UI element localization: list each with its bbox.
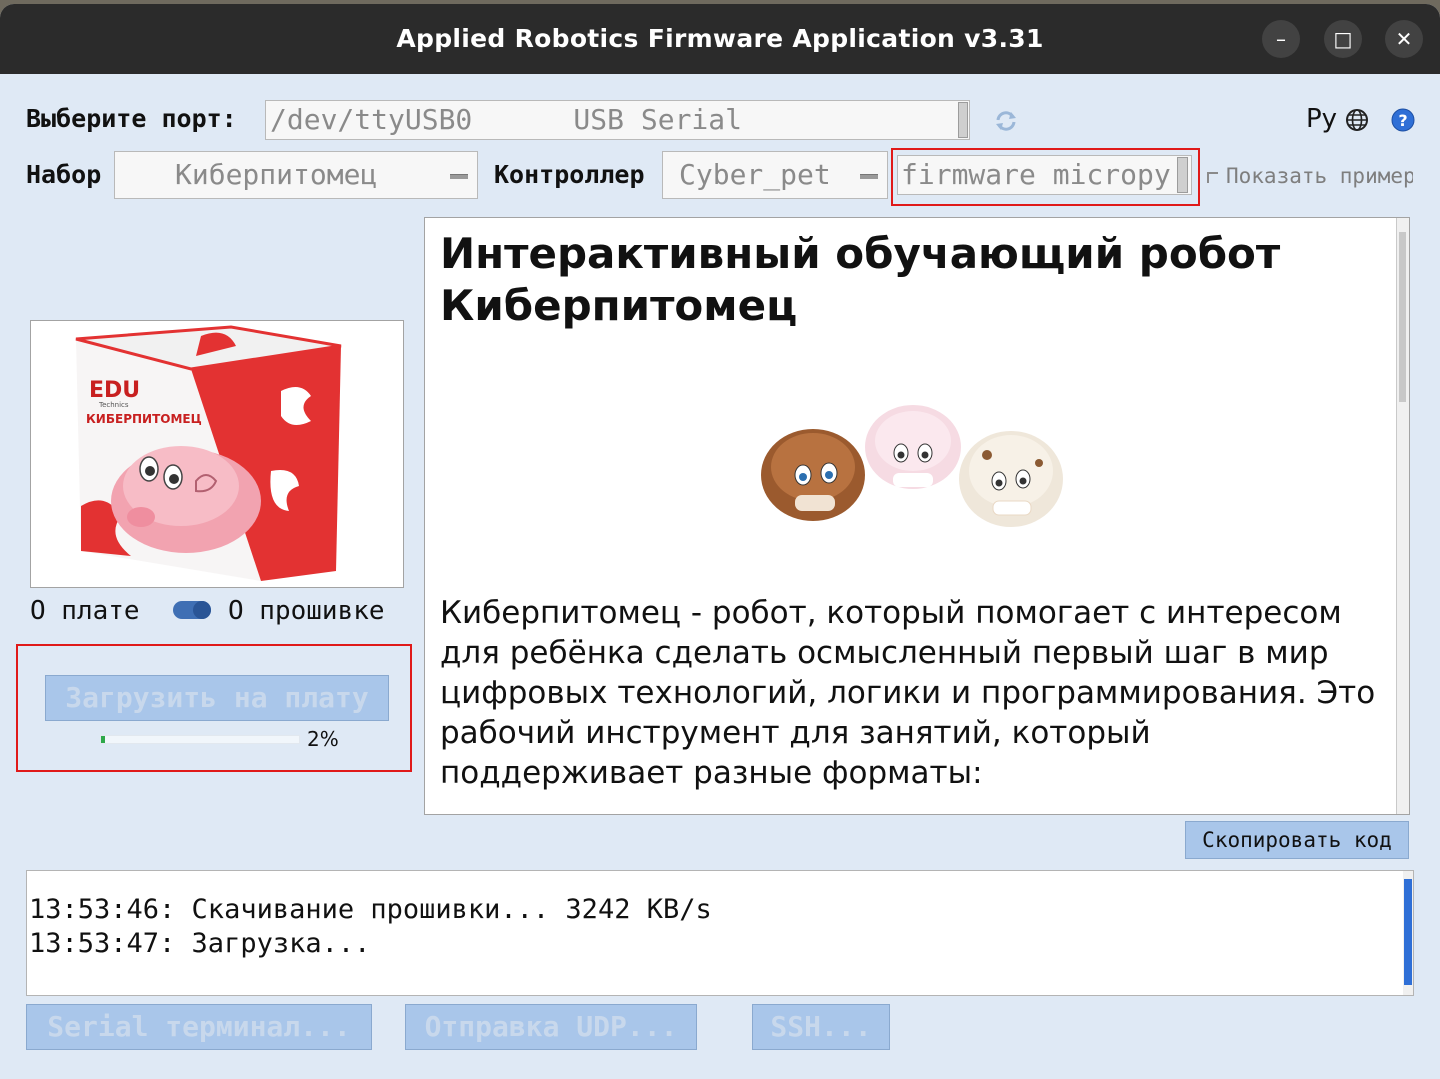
info-toggle-switch[interactable] (173, 601, 211, 619)
robots-image (755, 403, 1065, 538)
port-select[interactable]: /dev/ttyUSB0 USB Serial (265, 100, 970, 140)
refresh-icon[interactable] (993, 108, 1019, 134)
app-window: Applied Robotics Firmware Application v3… (0, 4, 1440, 1079)
box-brand-text: EDU (89, 378, 140, 403)
port-select-value: /dev/ttyUSB0 USB Serial (270, 103, 743, 136)
serial-terminal-button[interactable]: Serial терминал... (26, 1004, 372, 1050)
kit-select-value: Киберпитомец (175, 158, 378, 191)
udp-send-button[interactable]: Отправка UDP... (405, 1004, 697, 1050)
globe-icon[interactable] (1345, 108, 1369, 132)
description-text: Киберпитомец - робот, который помогает с… (440, 595, 1376, 791)
show-example-label: Показать пример (1226, 164, 1413, 188)
ssh-button[interactable]: SSH... (752, 1004, 890, 1050)
window-title: Applied Robotics Firmware Application v3… (396, 24, 1044, 53)
controller-select[interactable]: Cyber_pet (662, 151, 888, 199)
description-title: Интерактивный обучающий робот Киберпитом… (440, 229, 1281, 330)
description-panel: Интерактивный обучающий робот Киберпитом… (424, 217, 1410, 815)
log-lines: 13:53:46: Скачивание прошивки... 3242 KB… (29, 893, 712, 961)
board-info-toggle-label: О плате (30, 596, 140, 626)
upload-progress-bar (100, 735, 300, 744)
minimize-button[interactable]: – (1262, 20, 1300, 58)
log-line: 13:53:47: Загрузка... (29, 928, 371, 959)
help-icon[interactable]: ? (1391, 108, 1415, 132)
description-scroll-thumb[interactable] (1399, 232, 1406, 402)
copy-code-button[interactable]: Скопировать код (1185, 821, 1409, 859)
upload-progress-fill (101, 736, 105, 743)
controller-dropdown-icon (860, 174, 878, 179)
log-line: 13:53:46: Скачивание прошивки... 3242 KB… (29, 894, 712, 925)
log-output: 13:53:46: Скачивание прошивки... 3242 KB… (26, 870, 1414, 996)
log-scrollbar[interactable] (1403, 871, 1413, 995)
close-button[interactable]: ✕ (1385, 20, 1423, 58)
box-brand-sub: Technics (98, 401, 129, 409)
firmware-highlight (891, 148, 1200, 206)
title-bar: Applied Robotics Firmware Application v3… (0, 4, 1440, 74)
log-scroll-thumb[interactable] (1404, 879, 1412, 985)
maximize-button[interactable]: □ (1324, 20, 1362, 58)
port-label: Выберите порт: (26, 104, 237, 133)
kit-label: Набор (26, 160, 102, 189)
checkbox-icon (1207, 171, 1218, 183)
port-select-scroll (958, 102, 968, 138)
upload-progress-label: 2% (307, 727, 339, 751)
controller-label: Контроллер (494, 160, 645, 189)
language-selector[interactable]: Ру (1306, 104, 1337, 134)
upload-button[interactable]: Загрузить на плату (45, 675, 389, 721)
kit-dropdown-icon (450, 174, 468, 179)
description-scrollbar[interactable] (1396, 218, 1409, 814)
language-label: Ру (1306, 104, 1338, 134)
firmware-info-toggle-label: О прошивке (228, 596, 385, 626)
kit-select[interactable]: Киберпитомец (114, 151, 478, 199)
product-image: EDU Technics КИБЕРПИТОМЕЦ (30, 320, 404, 588)
show-example-checkbox[interactable]: Показать пример (1207, 164, 1413, 188)
controller-select-value: Cyber_pet (679, 158, 831, 191)
toggle-knob (193, 601, 211, 619)
box-product-name: КИБЕРПИТОМЕЦ (86, 412, 202, 426)
svg-text:?: ? (1398, 111, 1407, 130)
